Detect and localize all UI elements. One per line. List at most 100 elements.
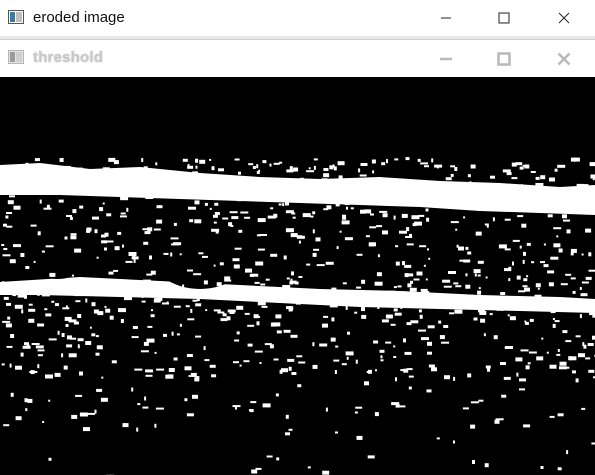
speckle — [64, 236, 68, 240]
inner-window-titlebar[interactable]: threshold — [0, 39, 595, 76]
speckle — [298, 296, 305, 300]
speckle — [33, 260, 36, 263]
speckle — [88, 279, 97, 283]
speckle — [233, 361, 239, 364]
speckle — [296, 235, 305, 239]
outer-window-titlebar[interactable]: eroded image — [0, 0, 595, 36]
speckle — [1, 363, 5, 366]
minimize-button[interactable] — [418, 0, 474, 36]
speckle — [291, 372, 297, 375]
speckle — [404, 351, 412, 355]
speckle — [540, 261, 545, 264]
speckle — [96, 256, 99, 259]
speckle — [519, 378, 526, 382]
speckle — [10, 334, 15, 338]
speckle — [21, 309, 24, 314]
speckle — [312, 211, 316, 215]
speckle — [379, 349, 385, 353]
speckle — [77, 314, 82, 318]
speckle — [450, 221, 459, 224]
speckle — [319, 343, 328, 347]
speckle — [512, 261, 514, 266]
speckle — [77, 344, 80, 349]
speckle — [380, 355, 383, 359]
speckle — [256, 315, 261, 318]
speckle — [495, 418, 504, 421]
speckle — [93, 174, 99, 177]
speckle — [124, 296, 132, 301]
speckle — [95, 352, 100, 356]
image-canvas[interactable] — [0, 77, 595, 475]
speckle — [483, 333, 486, 337]
speckle — [403, 338, 406, 343]
speckle — [479, 192, 484, 196]
speckle — [395, 261, 400, 266]
speckle — [286, 277, 290, 280]
speckle — [213, 214, 218, 218]
speckle — [387, 184, 391, 189]
speckle — [79, 371, 83, 376]
speckle — [196, 185, 200, 189]
speckle — [232, 405, 241, 408]
speckle — [312, 342, 315, 347]
speckle — [549, 364, 557, 369]
speckle — [548, 282, 554, 287]
speckle — [421, 337, 429, 341]
speckle — [251, 469, 258, 474]
speckle — [238, 229, 243, 233]
minimize-button[interactable] — [418, 40, 474, 77]
speckle — [560, 283, 568, 286]
speckle — [108, 190, 115, 193]
speckle — [515, 357, 523, 362]
speckle — [96, 388, 103, 392]
speckle — [209, 158, 212, 161]
speckle — [395, 245, 399, 248]
speckle — [323, 315, 329, 318]
speckle — [36, 293, 40, 296]
speckle — [72, 209, 77, 214]
speckle — [334, 370, 337, 374]
speckle — [498, 244, 507, 249]
speckle — [259, 362, 262, 364]
speckle — [589, 311, 595, 316]
speckle — [553, 227, 562, 230]
speckle — [221, 178, 228, 183]
speckle — [591, 442, 595, 445]
speckle — [141, 158, 144, 162]
speckle — [504, 218, 511, 221]
speckle — [474, 273, 477, 277]
speckle — [171, 191, 180, 195]
speckle — [203, 346, 206, 351]
speckle — [142, 292, 145, 295]
speckle — [427, 325, 435, 329]
speckle — [20, 352, 24, 357]
close-button[interactable] — [536, 0, 592, 36]
speckle — [458, 246, 464, 251]
speckle — [325, 261, 334, 265]
speckle — [579, 314, 582, 319]
maximize-button[interactable] — [476, 0, 532, 36]
speckle — [94, 189, 103, 194]
speckle — [191, 181, 200, 186]
speckle — [9, 363, 12, 368]
speckle — [13, 244, 21, 248]
speckle — [15, 365, 22, 370]
speckle — [133, 258, 136, 263]
speckle — [285, 414, 289, 419]
speckle — [234, 158, 240, 161]
speckle — [419, 314, 423, 319]
speckle — [436, 437, 440, 440]
speckle — [450, 173, 454, 177]
speckle — [571, 209, 574, 213]
speckle — [537, 287, 540, 290]
speckle — [570, 248, 577, 253]
close-button[interactable] — [536, 40, 592, 77]
speckle — [508, 278, 511, 282]
speckle — [272, 322, 281, 327]
speckle — [232, 258, 240, 262]
speckle — [489, 313, 493, 316]
maximize-button[interactable] — [476, 40, 532, 77]
speckle — [41, 250, 45, 253]
speckle — [111, 183, 115, 187]
speckle — [37, 323, 45, 327]
